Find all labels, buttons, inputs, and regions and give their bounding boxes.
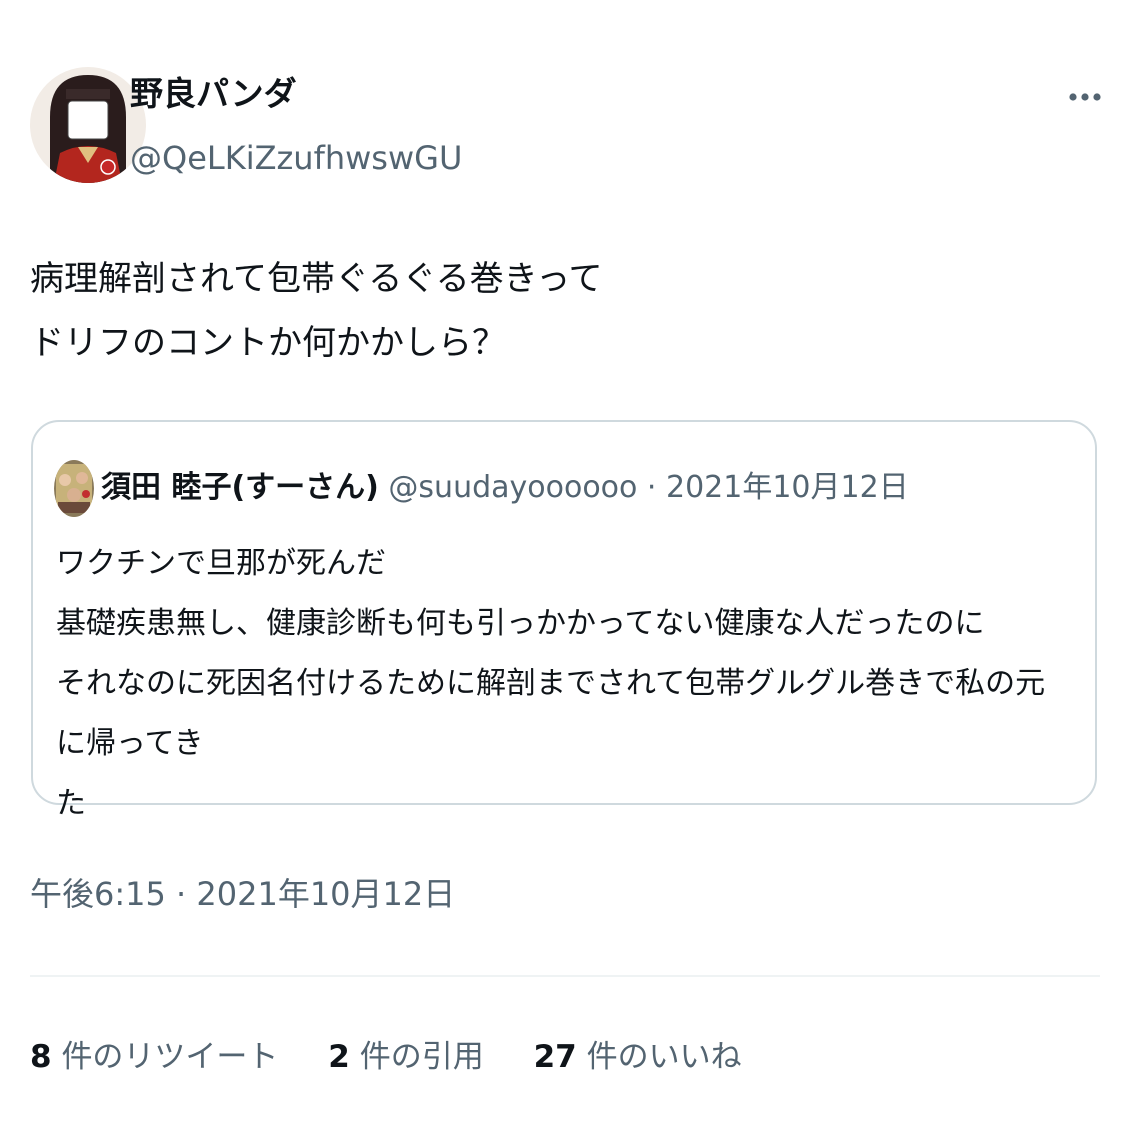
- user-avatar-icon[interactable]: [30, 67, 146, 183]
- quotes-count: 2: [328, 1039, 350, 1075]
- quotes-stat[interactable]: 2 件の引用: [328, 1035, 483, 1079]
- likes-count: 27: [533, 1039, 577, 1075]
- tweet-text: 病理解剖されて包帯ぐるぐる巻きって ドリフのコントか何かかしら？: [30, 259, 603, 363]
- quotes-label: 件の引用: [359, 1039, 484, 1075]
- engagement-stats: 8 件のリツイート 2 件の引用 27 件のいいね: [30, 1035, 782, 1079]
- retweets-count: 8: [30, 1039, 52, 1075]
- quoted-user-avatar-icon[interactable]: [54, 460, 94, 517]
- quoted-tweet-header: 須田 睦子(すーさん) @suudayoooooo · 2021年10月12日: [101, 468, 909, 508]
- quoted-separator: ·: [637, 470, 666, 505]
- quoted-author-name[interactable]: 須田 睦子(すーさん): [101, 470, 379, 505]
- tweet-timestamp[interactable]: 午後6:15 · 2021年10月12日: [30, 872, 455, 916]
- tweet-detail-page: 野良パンダ @QeLKiZzufhwswGU 病理解剖されて包帯ぐるぐる巻きって…: [0, 0, 1134, 1134]
- retweets-stat[interactable]: 8 件のリツイート: [30, 1035, 278, 1079]
- quoted-date[interactable]: 2021年10月12日: [666, 470, 909, 505]
- divider: [30, 975, 1100, 977]
- author-display-name[interactable]: 野良パンダ: [130, 72, 297, 116]
- likes-label: 件のいいね: [586, 1039, 742, 1075]
- retweets-label: 件のリツイート: [61, 1039, 279, 1075]
- more-options-icon[interactable]: [1060, 80, 1110, 114]
- quoted-tweet-card[interactable]: 須田 睦子(すーさん) @suudayoooooo · 2021年10月12日 …: [31, 420, 1097, 821]
- quoted-tweet-text: ワクチンで旦那が死んだ 基礎疾患無し、健康診断も何も引っかかってない健康な人だっ…: [56, 546, 1046, 821]
- author-handle[interactable]: @QeLKiZzufhwswGU: [130, 136, 462, 180]
- likes-stat[interactable]: 27 件のいいね: [534, 1035, 742, 1079]
- quoted-author-handle[interactable]: @suudayoooooo: [388, 470, 637, 505]
